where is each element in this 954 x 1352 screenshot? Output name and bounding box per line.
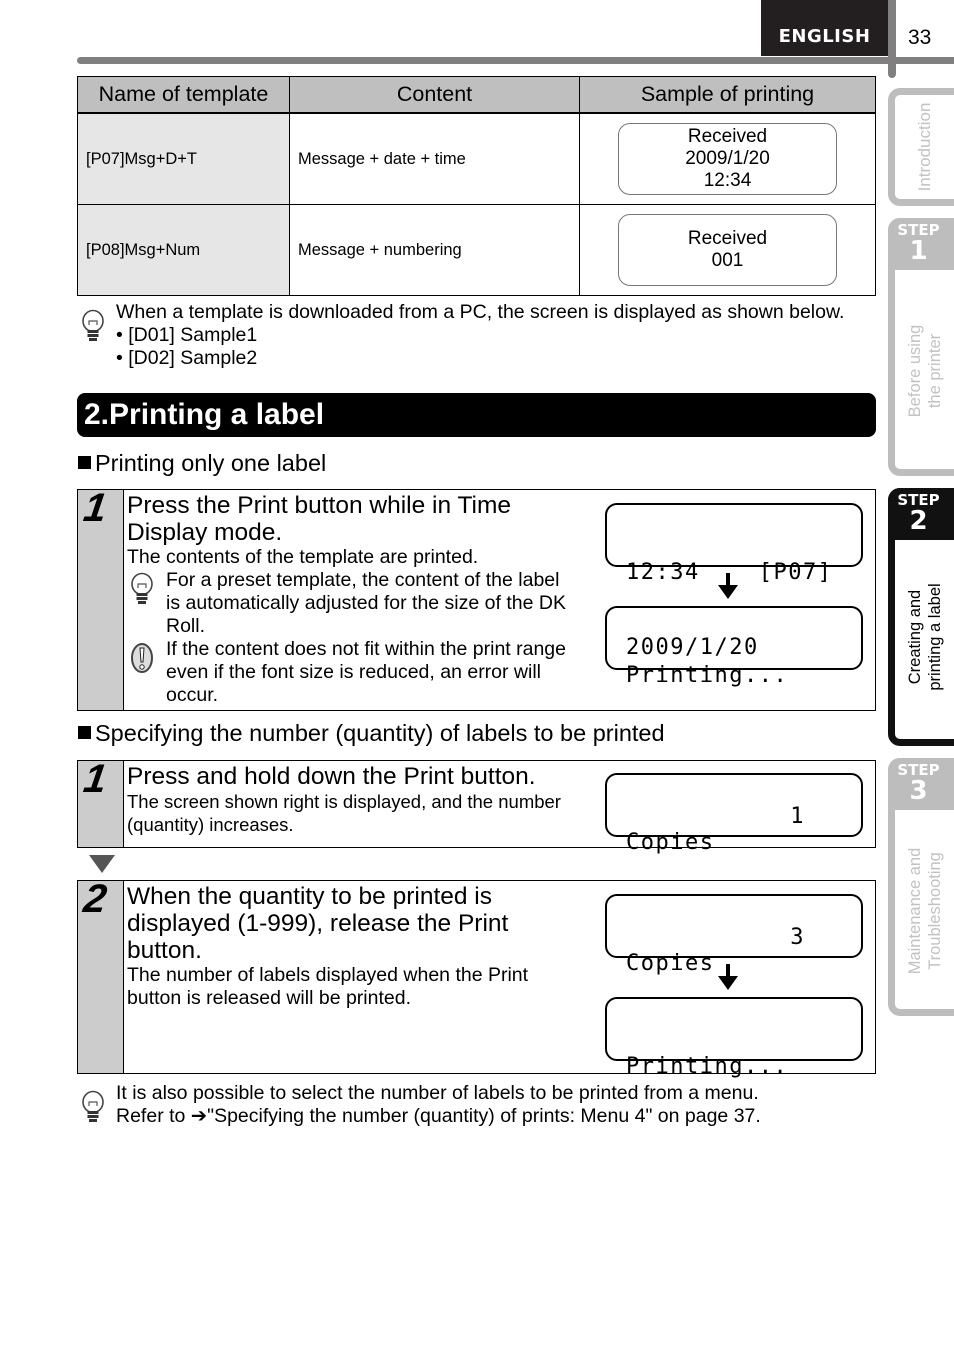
step-box-quantity-2: 2 When the quantity to be printed is dis…	[77, 877, 876, 1079]
template-content: Message + numbering	[289, 204, 580, 296]
template-sample: Received 001	[579, 204, 876, 296]
column-header-sample: Sample of printing	[579, 76, 876, 114]
step-instruction: Press and hold down the Print button.	[127, 763, 536, 790]
step-box-quantity-1: 1 Press and hold down the Print button. …	[77, 757, 876, 855]
flow-arrow-icon	[89, 855, 115, 873]
step-number-column: 1	[78, 486, 124, 710]
step-description: The screen shown right is displayed, and…	[127, 791, 561, 835]
hint-note: For a preset template, the content of th…	[127, 569, 587, 638]
hint-download: When a template is downloaded from a PC,…	[80, 301, 880, 370]
section-title: 2.Printing a label	[77, 393, 876, 437]
step-description: The contents of the template are printed…	[127, 546, 479, 568]
step-number: 2	[80, 877, 110, 921]
side-tab-step-1[interactable]: STEP 1 Before using the printer	[888, 218, 954, 476]
copies-value: 3	[790, 925, 805, 950]
hint-text: It is also possible to select the number…	[116, 1082, 759, 1104]
side-tab-label: Before using the printer	[905, 325, 944, 418]
language-badge: ENGLISH	[761, 0, 888, 56]
hint-text: When a template is downloaded from a PC,…	[116, 301, 845, 323]
lcd-printing: Printing...	[605, 606, 863, 688]
side-tab-step-2[interactable]: STEP 2 Creating and printing a label	[888, 488, 954, 746]
step-number-column: 1	[78, 757, 124, 847]
template-table: Name of template Content Sample of print…	[77, 76, 876, 296]
table-row: [P08]Msg+Num Message + numbering Receive…	[77, 204, 876, 296]
lcd-copies: Copies 3	[605, 894, 863, 976]
square-bullet-icon	[78, 726, 91, 739]
side-tab-step-3[interactable]: STEP 3 Maintenance and Troubleshooting	[888, 758, 954, 1016]
hint-bullet: • [D02] Sample2	[116, 347, 258, 369]
column-header-content: Content	[289, 76, 580, 114]
header-rule	[77, 57, 954, 64]
copies-value: 1	[790, 804, 805, 829]
arrow-down-icon	[718, 573, 738, 599]
lcd-copies: Copies 1	[605, 773, 863, 855]
warning-icon	[131, 643, 153, 673]
hint-bullet: • [D01] Sample1	[116, 324, 258, 346]
page-number: 33	[908, 26, 932, 49]
template-name: [P08]Msg+Num	[77, 204, 290, 296]
template-name: [P07]Msg+D+T	[77, 112, 290, 205]
step-badge: STEP 2	[888, 488, 954, 540]
step-number: 1	[80, 486, 110, 530]
lightbulb-icon	[82, 309, 104, 341]
page-reference-link[interactable]: "Specifying the number (quantity) of pri…	[207, 1105, 761, 1127]
step-instruction: When the quantity to be printed is displ…	[127, 883, 509, 964]
side-tab-label: Introduction	[914, 102, 934, 192]
step-number-column: 2	[78, 877, 124, 1073]
warning-note: If the content does not fit within the p…	[127, 638, 587, 707]
side-tab-label: Creating and printing a label	[905, 582, 944, 691]
step-number: 1	[80, 757, 110, 801]
lightbulb-icon	[131, 572, 153, 604]
step-badge: STEP 3	[888, 758, 954, 810]
column-header-name: Name of template	[77, 76, 290, 114]
table-row: [P07]Msg+D+T Message + date + time Recei…	[77, 112, 876, 205]
hint-reference: Refer to ➔"Specifying the number (quanti…	[116, 1105, 761, 1127]
reference-arrow-icon: ➔	[190, 1105, 208, 1127]
step-instruction: Press the Print button while in Time Dis…	[127, 492, 512, 546]
subheading-quantity: Specifying the number (quantity) of labe…	[78, 720, 665, 747]
hint-menu: It is also possible to select the number…	[80, 1082, 880, 1128]
lcd-printing: Printing...	[605, 997, 863, 1079]
side-tab-label: Maintenance and Troubleshooting	[905, 848, 944, 975]
language-label: ENGLISH	[778, 26, 871, 47]
subheading-single-label: Printing only one label	[78, 450, 326, 477]
lightbulb-icon	[82, 1090, 104, 1122]
sample-label: Received 001	[618, 214, 837, 286]
arrow-down-icon	[718, 964, 738, 990]
header-vertical-rule	[888, 0, 896, 78]
side-tab-introduction[interactable]: Introduction	[888, 88, 954, 206]
square-bullet-icon	[78, 456, 91, 469]
lcd-time-display: 12:34 [P07] 2009/1/20	[605, 503, 863, 660]
step-description: The number of labels displayed when the …	[127, 964, 529, 1009]
step-badge: STEP 1	[888, 218, 954, 270]
template-content: Message + date + time	[289, 112, 580, 205]
sample-label: Received 2009/1/20 12:34	[618, 123, 837, 195]
template-sample: Received 2009/1/20 12:34	[579, 112, 876, 205]
table-header-row: Name of template Content Sample of print…	[77, 76, 876, 114]
step-box-single-label: 1 Press the Print button while in Time D…	[77, 486, 876, 711]
